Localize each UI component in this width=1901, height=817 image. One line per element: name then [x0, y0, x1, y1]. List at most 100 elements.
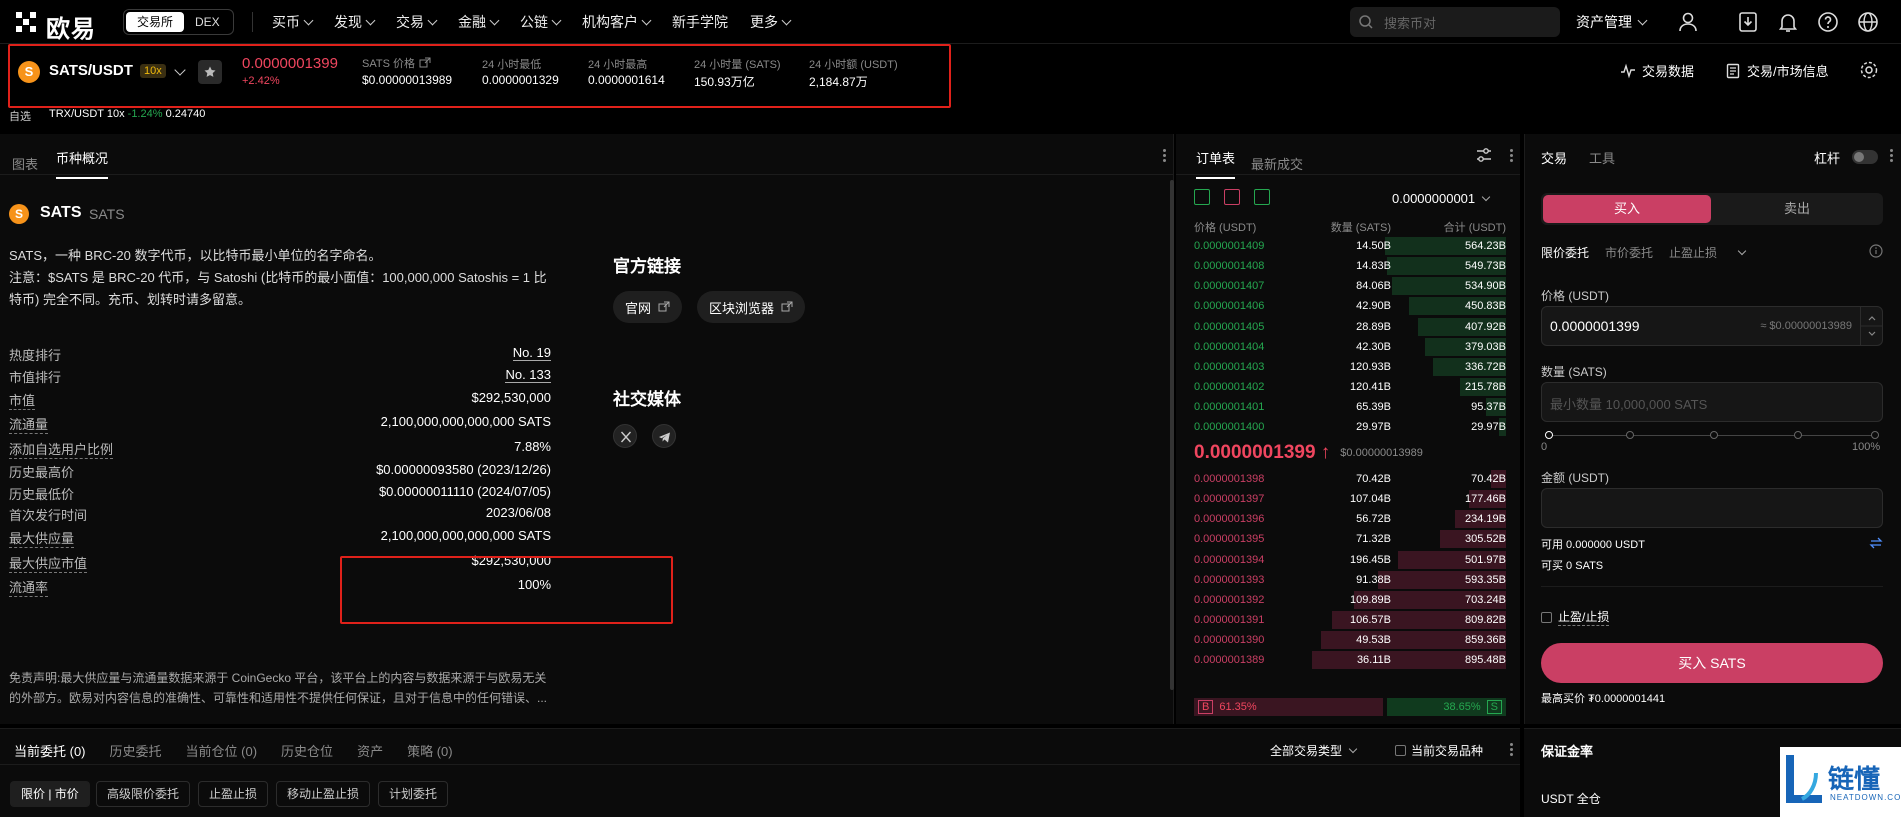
more-icon[interactable] — [1163, 148, 1167, 164]
help-icon[interactable] — [1816, 10, 1840, 34]
bid-row[interactable]: 0.0000001390 49.53B 859.36B — [1194, 630, 1506, 650]
info-icon[interactable] — [1869, 244, 1883, 258]
rank-link[interactable]: No. 19 — [512, 345, 551, 361]
tab-market-order[interactable]: 市价委托 — [1605, 244, 1653, 261]
tab-strategies[interactable]: 策略 (0) — [407, 741, 453, 760]
nav-item[interactable]: 买币 — [272, 0, 314, 44]
trade-data-button[interactable]: 交易数据 — [1620, 61, 1694, 80]
scrollbar[interactable] — [1170, 180, 1174, 690]
asset-management-menu[interactable]: 资产管理 — [1576, 0, 1648, 44]
telegram-icon[interactable] — [652, 424, 676, 448]
ask-row[interactable]: 0.0000001402 120.41B 215.78B — [1194, 377, 1506, 397]
tab-chart[interactable]: 图表 — [12, 154, 38, 173]
search-input[interactable]: 搜索币对 — [1384, 13, 1436, 32]
slider-stop[interactable] — [1626, 431, 1634, 439]
ask-row[interactable]: 0.0000001408 14.83B 549.73B — [1194, 256, 1506, 276]
view-asks-icon[interactable] — [1254, 189, 1270, 205]
nav-item[interactable]: 更多 — [750, 0, 792, 44]
slider-stop[interactable] — [1871, 431, 1879, 439]
bid-row[interactable]: 0.0000001393 91.38B 593.35B — [1194, 570, 1506, 590]
chip-trailing-stop[interactable]: 移动止盈止损 — [276, 781, 371, 807]
transfer-icon[interactable] — [1869, 536, 1883, 550]
leverage-toggle[interactable] — [1852, 150, 1878, 164]
chip-limit-market[interactable]: 限价 | 市价 — [10, 781, 90, 807]
slider-stop[interactable] — [1545, 431, 1553, 439]
rank-link[interactable]: No. 133 — [505, 367, 551, 383]
buy-tab[interactable]: 买入 — [1543, 195, 1711, 223]
x-icon[interactable] — [613, 424, 637, 448]
ask-row[interactable]: 0.0000001406 42.90B 450.83B — [1194, 296, 1506, 316]
bid-row[interactable]: 0.0000001394 196.45B 501.97B — [1194, 550, 1506, 570]
view-bids-icon[interactable] — [1224, 189, 1240, 205]
bid-row[interactable]: 0.0000001389 36.11B 895.48B — [1194, 650, 1506, 670]
exchange-dex-switch[interactable]: 交易所 DEX — [123, 9, 234, 35]
market-info-button[interactable]: 交易/市场信息 — [1725, 61, 1829, 80]
gear-icon[interactable] — [1858, 59, 1880, 81]
okx-logo[interactable]: 欧易 — [16, 8, 106, 43]
tab-recent-trades[interactable]: 最新成交 — [1251, 154, 1303, 173]
bell-icon[interactable] — [1776, 10, 1800, 34]
more-icon[interactable] — [1510, 742, 1514, 758]
bid-row[interactable]: 0.0000001392 109.89B 703.24B — [1194, 590, 1506, 610]
bid-row[interactable]: 0.0000001398 70.42B 70.42B — [1194, 469, 1506, 489]
ask-row[interactable]: 0.0000001407 84.06B 534.90B — [1194, 276, 1506, 296]
bid-row[interactable]: 0.0000001396 56.72B 234.19B — [1194, 509, 1506, 529]
sliders-icon[interactable] — [1475, 147, 1493, 163]
globe-icon[interactable] — [1856, 10, 1880, 34]
dex-tab[interactable]: DEX — [184, 12, 231, 32]
tab-assets[interactable]: 资产 — [357, 741, 383, 760]
favorite-item-trx[interactable]: TRX/USDT 10x -1.24% 0.24740 — [49, 108, 205, 120]
tick-size-select[interactable]: 0.0000000001 — [1392, 191, 1491, 206]
more-icon[interactable] — [1890, 148, 1894, 164]
price-stepper[interactable] — [1860, 307, 1883, 345]
ask-row[interactable]: 0.0000001405 28.89B 407.92B — [1194, 317, 1506, 337]
bid-row[interactable]: 0.0000001391 106.57B 809.82B — [1194, 610, 1506, 630]
slider-stop[interactable] — [1794, 431, 1802, 439]
nav-item[interactable]: 发现 — [334, 0, 376, 44]
ask-row[interactable]: 0.0000001404 42.30B 379.03B — [1194, 337, 1506, 357]
tab-open-orders[interactable]: 当前委托 (0) — [14, 741, 86, 760]
checkbox-box[interactable] — [1395, 745, 1406, 756]
download-icon[interactable] — [1736, 10, 1760, 34]
chip-tpsl[interactable]: 止盈止损 — [198, 781, 269, 807]
buy-sats-button[interactable]: 买入 SATS — [1541, 643, 1883, 683]
quantity-input[interactable]: 最小数量 10,000,000 SATS — [1541, 382, 1883, 422]
amount-input[interactable] — [1541, 488, 1883, 528]
ask-row[interactable]: 0.0000001400 29.97B 29.97B — [1194, 417, 1506, 437]
checkbox-box[interactable] — [1541, 611, 1552, 623]
bid-row[interactable]: 0.0000001397 107.04B 177.46B — [1194, 489, 1506, 509]
chip-trigger-order[interactable]: 计划委托 — [378, 781, 449, 807]
exchange-tab[interactable]: 交易所 — [126, 12, 185, 32]
tab-tpsl-order[interactable]: 止盈止损 — [1669, 244, 1761, 261]
ask-row[interactable]: 0.0000001401 65.39B 95.37B — [1194, 397, 1506, 417]
trade-type-filter[interactable]: 全部交易类型 — [1270, 742, 1358, 759]
price-input[interactable]: 0.0000001399 ≈ $0.00000013989 — [1541, 306, 1883, 346]
tab-positions[interactable]: 当前仓位 (0) — [186, 741, 258, 760]
slider-stop[interactable] — [1710, 431, 1718, 439]
ask-row[interactable]: 0.0000001403 120.93B 336.72B — [1194, 357, 1506, 377]
chip-advanced-limit[interactable]: 高级限价委托 — [96, 781, 191, 807]
nav-item[interactable]: 公链 — [520, 0, 562, 44]
tab-limit-order[interactable]: 限价委托 — [1541, 244, 1589, 261]
nav-item[interactable]: 金融 — [458, 0, 500, 44]
current-pair-only-checkbox[interactable]: 当前交易品种 — [1395, 742, 1483, 759]
search-box[interactable]: 搜索币对 — [1350, 7, 1560, 37]
official-website-link[interactable]: 官网 — [613, 291, 683, 323]
amount-slider[interactable] — [1545, 431, 1879, 441]
tab-tools[interactable]: 工具 — [1589, 148, 1615, 167]
view-both-icon[interactable] — [1194, 189, 1210, 205]
tab-order-history[interactable]: 历史委托 — [110, 741, 162, 760]
more-icon[interactable] — [1510, 148, 1514, 164]
user-icon[interactable] — [1676, 10, 1700, 34]
nav-item[interactable]: 新手学院 — [672, 0, 728, 44]
favorites-label[interactable]: 自选 — [9, 108, 31, 124]
ask-row[interactable]: 0.0000001409 14.50B 564.23B — [1194, 236, 1506, 256]
tpsl-checkbox[interactable]: 止盈/止损 — [1541, 608, 1610, 626]
nav-item[interactable]: 机构客户 — [582, 0, 652, 44]
block-explorer-link[interactable]: 区块浏览器 — [697, 291, 806, 323]
sell-tab[interactable]: 卖出 — [1713, 195, 1881, 223]
nav-item[interactable]: 交易 — [396, 0, 438, 44]
bid-row[interactable]: 0.0000001395 71.32B 305.52B — [1194, 529, 1506, 549]
tab-position-history[interactable]: 历史仓位 — [281, 741, 333, 760]
tab-trade[interactable]: 交易 — [1541, 148, 1567, 167]
